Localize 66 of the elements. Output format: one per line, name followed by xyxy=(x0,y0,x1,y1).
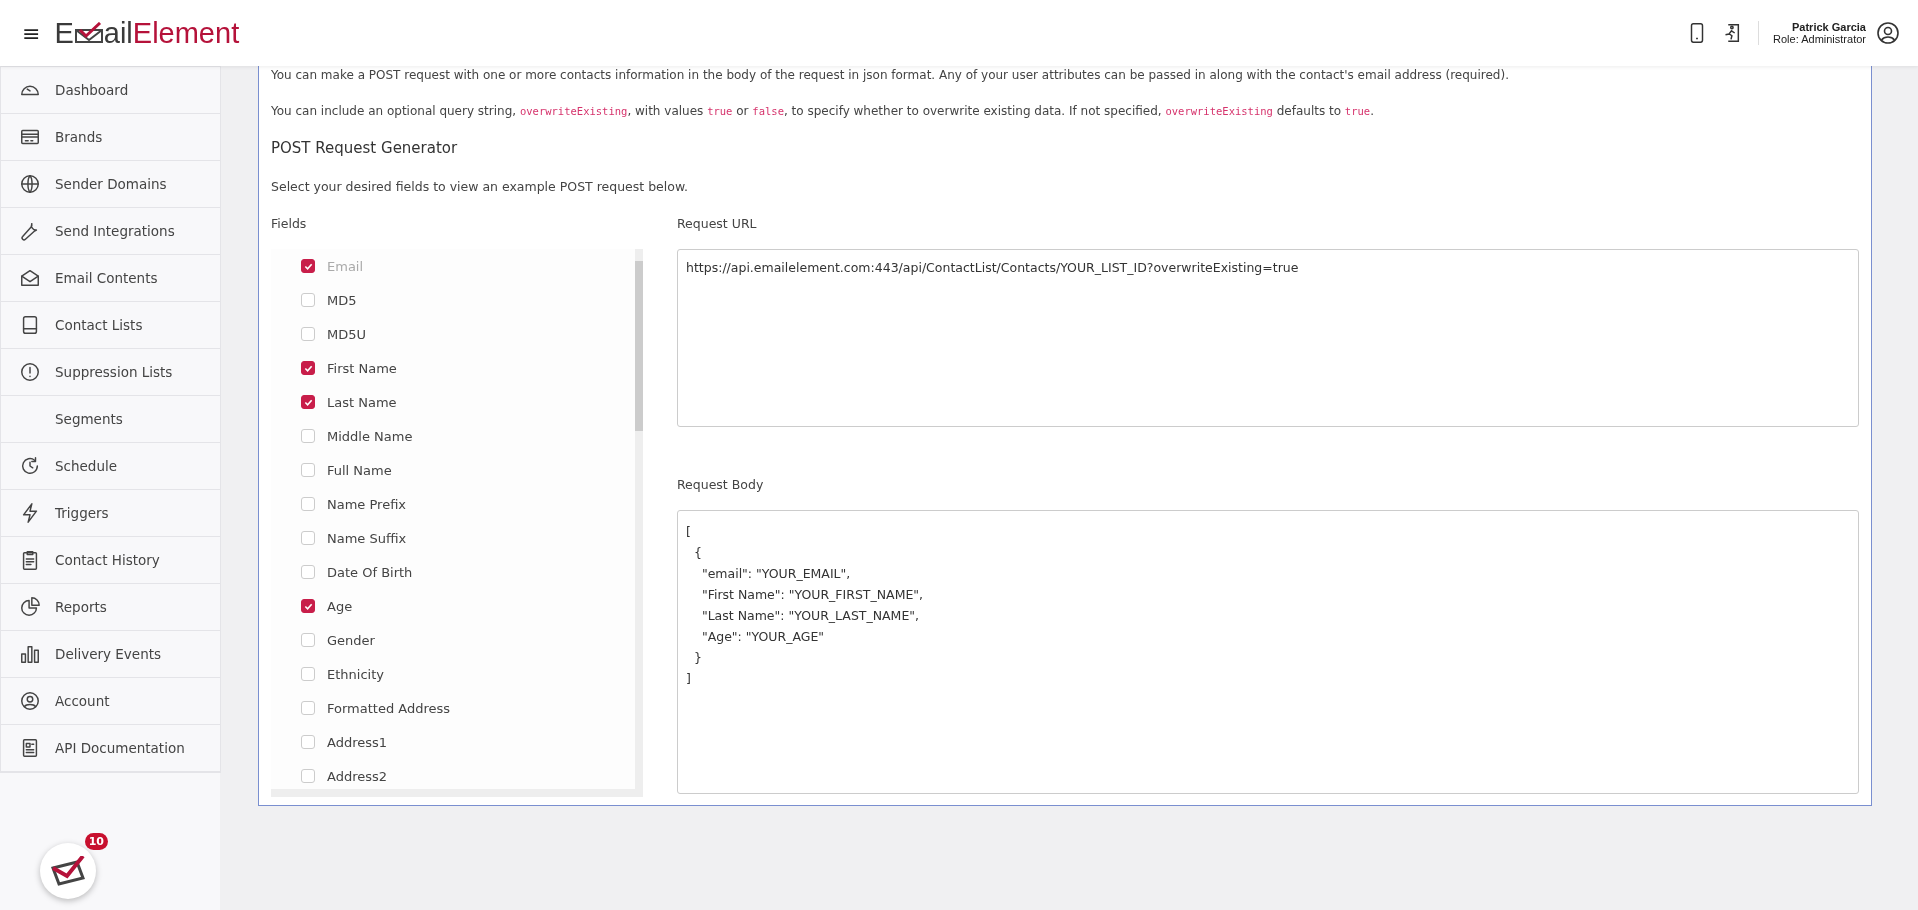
check-icon xyxy=(303,261,313,271)
envelope-icon xyxy=(19,267,41,289)
logo-text: E xyxy=(54,16,74,50)
sidebar-item[interactable]: Email Contents xyxy=(1,255,220,302)
user-icon[interactable] xyxy=(1876,21,1900,45)
checkbox[interactable] xyxy=(301,395,315,409)
sidebar-item[interactable]: Schedule xyxy=(1,443,220,490)
logo-text: ail xyxy=(103,16,133,50)
request-body-field[interactable]: [ { "email": "YOUR_EMAIL", "First Name": "YOUR_FIRST_NAME", "Last Name": "YOUR_LAST_NAME", "Age": "YOUR_AGE" } ] xyxy=(677,510,1859,794)
check-icon xyxy=(303,601,313,611)
field-label: Date Of Birth xyxy=(327,564,413,580)
request-url-field[interactable]: https://api.emailelement.com:443/api/ContactList/Contacts/YOUR_LIST_ID?overwriteExisting=true xyxy=(677,249,1859,427)
field-label: Gender xyxy=(327,632,375,648)
sidebar-item[interactable]: Contact History xyxy=(1,537,220,584)
scrollbar[interactable] xyxy=(635,249,643,789)
sidebar-item[interactable]: Segments xyxy=(1,396,220,443)
sidebar-item[interactable]: Brands xyxy=(1,114,220,161)
sidebar-item[interactable]: Dashboard xyxy=(1,67,220,114)
sidebar-item[interactable]: Account xyxy=(1,678,220,725)
field-label: Ethnicity xyxy=(327,666,384,682)
field-label: MD5 xyxy=(327,292,357,308)
user-icon xyxy=(19,690,41,712)
globe-icon xyxy=(19,173,41,195)
description-text: You can include an optional query string, overwriteExisting, with values true or false, to specify whether to overwrite existing data. If not specified, overwriteExisting defaults to true. xyxy=(271,103,1375,119)
field-label: Address1 xyxy=(327,734,388,750)
pie-chart-icon xyxy=(19,596,41,618)
request-url-label: Request URL xyxy=(677,216,758,231)
logo-text: Element xyxy=(132,16,240,50)
check-icon xyxy=(303,363,313,373)
field-label: Address2 xyxy=(327,768,388,784)
sidebar-item[interactable]: Suppression Lists xyxy=(1,349,220,396)
bar-chart-icon xyxy=(19,643,41,665)
menu-button[interactable]: ≡ xyxy=(22,20,41,46)
user-name: Patrick Garcia xyxy=(1792,21,1866,33)
clock-icon xyxy=(19,455,41,477)
notification-button[interactable] xyxy=(40,843,96,899)
notification-badge: 10 xyxy=(84,833,108,850)
description-text: You can make a POST request with one or more contacts information in the body of the request in json format. Any of your user attributes can be passed in along with the contact's email address (required). xyxy=(271,67,1510,83)
field-label: First Name xyxy=(327,360,397,376)
field-label: MD5U xyxy=(327,326,366,342)
sidebar-item[interactable]: Triggers xyxy=(1,490,220,537)
sidebar-item[interactable]: API Documentation xyxy=(1,725,220,772)
sidebar-item[interactable]: Sender Domains xyxy=(1,161,220,208)
checkbox[interactable] xyxy=(301,599,315,613)
logo-envelope-icon xyxy=(73,22,104,44)
sidebar-item[interactable]: Reports xyxy=(1,584,220,631)
instruction-text: Select your desired fields to view an example POST request below. xyxy=(271,179,689,194)
field-label: Full Name xyxy=(327,462,392,478)
section-heading: POST Request Generator xyxy=(271,139,459,157)
field-label: Age xyxy=(327,598,353,614)
field-label: Formatted Address xyxy=(327,700,451,716)
envelope-check-icon xyxy=(50,856,86,886)
sidebar-item[interactable]: Send Integrations xyxy=(1,208,220,255)
field-label: Last Name xyxy=(327,394,397,410)
checkbox[interactable] xyxy=(301,361,315,375)
sidebar-item[interactable]: Delivery Events xyxy=(1,631,220,678)
user-role: Role: Administrator xyxy=(1773,33,1866,45)
fields-label: Fields xyxy=(271,216,308,231)
field-label: Name Suffix xyxy=(327,530,407,546)
sidebar-item[interactable]: Contact Lists xyxy=(1,302,220,349)
request-body-label: Request Body xyxy=(677,477,765,492)
field-label: Name Prefix xyxy=(327,496,407,512)
field-label: Middle Name xyxy=(327,428,413,444)
field-label: Email xyxy=(327,258,364,274)
check-icon xyxy=(303,397,313,407)
alert-icon xyxy=(19,361,41,383)
